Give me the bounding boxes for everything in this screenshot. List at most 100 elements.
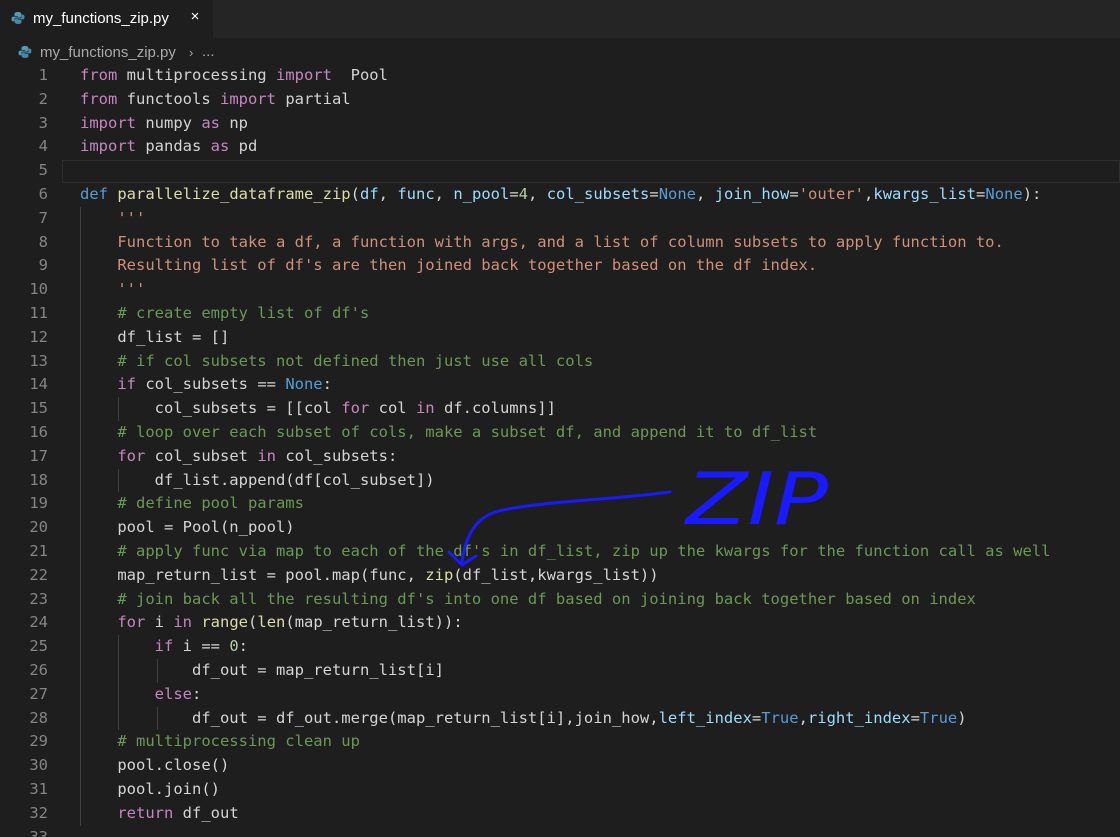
code-token: join_how: [714, 185, 790, 203]
line-number: 23: [29, 589, 48, 608]
code-line[interactable]: 31 pool.join(): [0, 778, 1120, 802]
code-token: from: [80, 89, 118, 108]
code-line[interactable]: 24 for i in range(len(map_return_list)):: [0, 611, 1120, 636]
code-text: # create empty list of df's: [80, 302, 369, 326]
code-line[interactable]: 15 col_subsets = [[col for col in df.col…: [0, 397, 1120, 421]
code-line[interactable]: 2 from functools import partial: [0, 88, 1120, 112]
code-line[interactable]: 6 def parallelize_dataframe_zip(df, func,…: [0, 183, 1120, 207]
code-line[interactable]: 14 if col_subsets == None:: [0, 373, 1120, 398]
code-line[interactable]: 32 return df_out: [0, 801, 1120, 826]
code-token: None: [985, 185, 1023, 203]
code-text: ''': [80, 207, 145, 231]
code-line[interactable]: 4 import pandas as pd: [0, 135, 1120, 159]
breadcrumb-more[interactable]: ...: [202, 43, 215, 60]
code-token: partial: [275, 89, 351, 108]
code-token: Function to take a df, a function with a…: [117, 232, 1004, 251]
code-line[interactable]: 21 # apply func via map to each of the d…: [0, 540, 1120, 564]
code-line[interactable]: 23 # join back all the resulting df's in…: [0, 587, 1120, 612]
code-token: for: [117, 446, 146, 465]
code-token: pool = Pool(n_pool): [80, 518, 295, 537]
code-line[interactable]: 13 # if col subsets not defined then jus…: [0, 349, 1120, 374]
code-line[interactable]: 10 ''': [0, 278, 1120, 302]
code-token: # if col subsets not defined then just u…: [117, 351, 594, 370]
code-token: None: [285, 375, 323, 394]
code-line[interactable]: 16 # loop over each subset of cols, make…: [0, 421, 1120, 445]
code-token: df_list = []: [80, 327, 230, 346]
code-line[interactable]: 27 else:: [0, 682, 1120, 707]
code-line[interactable]: 28 df_out = df_out.merge(map_return_list…: [0, 706, 1120, 731]
code-token: def: [80, 185, 108, 203]
code-token: col_subsets ==: [136, 375, 286, 394]
code-token: functools: [117, 89, 220, 108]
code-line[interactable]: 19 # define pool params: [0, 492, 1120, 517]
code-line[interactable]: 29 # multiprocessing clean up: [0, 730, 1120, 755]
code-token: range: [201, 613, 249, 632]
close-icon[interactable]: ×: [187, 8, 203, 26]
code-line[interactable]: 20 pool = Pool(n_pool): [0, 516, 1120, 540]
code-token: multiprocessing: [117, 66, 276, 84]
code-token: col_subset: [145, 446, 258, 465]
code-line[interactable]: 33: [0, 826, 1120, 837]
code-line[interactable]: 25 if i == 0:: [0, 635, 1120, 659]
code-token: parallelize_dataframe_zip: [117, 185, 351, 203]
line-number: 5: [38, 161, 48, 180]
code-line[interactable]: 12 df_list = []: [0, 325, 1120, 350]
code-token: # loop over each subset of cols, make a …: [117, 423, 818, 441]
code-editor[interactable]: 1 from multiprocessing import Pool 2 from f…: [0, 64, 1120, 837]
code-token: None: [658, 185, 697, 203]
code-line[interactable]: 9 Resulting list of df's are then joined…: [0, 254, 1120, 279]
code-line[interactable]: 1 from multiprocessing import Pool: [0, 64, 1120, 88]
code-token: import: [275, 66, 332, 84]
code-token: return: [117, 803, 174, 822]
code-token: pandas: [136, 137, 211, 156]
code-text: return df_out: [80, 802, 238, 826]
code-token: in: [415, 399, 435, 418]
line-number: 29: [29, 732, 48, 751]
code-token: ,: [798, 708, 808, 727]
code-token: =: [910, 708, 920, 727]
code-line[interactable]: 17 for col_subset in col_subsets:: [0, 444, 1120, 469]
code-text: # multiprocessing clean up: [80, 730, 360, 754]
line-number: 28: [29, 708, 48, 727]
line-number: 3: [38, 113, 48, 132]
editor-tab[interactable]: my_functions_zip.py ×: [0, 0, 213, 38]
code-line[interactable]: 26 df_out = map_return_list[i]: [0, 659, 1120, 683]
code-token: ,: [528, 185, 547, 203]
breadcrumb-file[interactable]: my_functions_zip.py: [40, 44, 176, 61]
code-token: for: [341, 399, 370, 418]
code-text: df_list = []: [80, 326, 229, 350]
code-line[interactable]: 5: [0, 159, 1120, 183]
code-token: if: [117, 375, 136, 394]
python-file-icon: [11, 12, 25, 24]
line-number: 17: [29, 446, 48, 465]
code-token: left_index: [658, 708, 752, 727]
code-token: map_return_list = pool.map(func,: [80, 565, 426, 584]
code-token: 'outer': [798, 185, 865, 203]
code-token: df: [359, 185, 379, 203]
code-line[interactable]: 30 pool.close(): [0, 754, 1120, 778]
code-line[interactable]: 11 # create empty list of df's: [0, 302, 1120, 326]
code-token: :: [238, 637, 249, 656]
code-token: ''': [117, 280, 146, 299]
code-line[interactable]: 8 Function to take a df, a function with…: [0, 230, 1120, 255]
code-text: # apply func via map to each of the df's…: [80, 540, 1050, 564]
code-token: right_index: [807, 708, 911, 727]
line-number: 11: [29, 304, 48, 322]
code-line[interactable]: 3 import numpy as np: [0, 112, 1120, 136]
line-number: 14: [29, 375, 48, 394]
code-line[interactable]: 18 df_list.append(df[col_subset]): [0, 468, 1120, 493]
code-token: ): [957, 708, 967, 727]
code-line[interactable]: 22 map_return_list = pool.map(func, zip(…: [0, 563, 1120, 588]
code-line[interactable]: 7 ''': [0, 206, 1120, 231]
line-number: 12: [29, 327, 48, 346]
